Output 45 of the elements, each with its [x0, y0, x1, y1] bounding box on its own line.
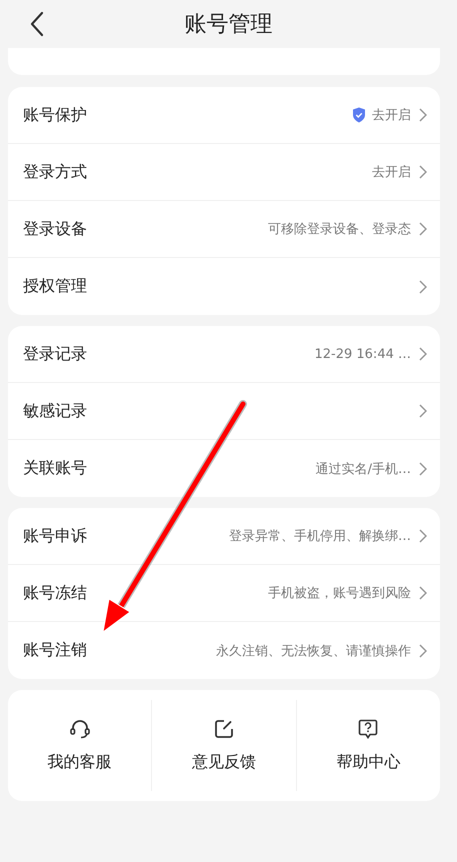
row-label: 关联账号: [23, 458, 87, 479]
help-icon: [357, 718, 380, 740]
shortcut-button[interactable]: 帮助中心: [296, 700, 440, 791]
settings-row[interactable]: 账号注销 永久注销、无法恢复、请谨慎操作: [8, 622, 440, 679]
chevron-icon: [419, 462, 427, 476]
chevron-icon: [419, 404, 427, 418]
page-title: 账号管理: [184, 11, 274, 39]
row-label: 账号注销: [23, 640, 87, 661]
chevron-icon: [419, 347, 427, 361]
settings-row[interactable]: 登录设备 可移除登录设备、登录态: [8, 201, 440, 258]
settings-row[interactable]: 账号申诉 登录异常、手机停用、解换绑…: [8, 508, 440, 565]
row-value: 永久注销、无法恢复、请谨慎操作: [216, 642, 411, 660]
shortcut-button[interactable]: 意见反馈: [151, 700, 296, 791]
back-icon: [30, 11, 44, 37]
settings-row[interactable]: 授权管理: [8, 258, 440, 315]
chevron-icon: [419, 108, 427, 122]
chevron-icon: [419, 529, 427, 543]
row-label: 登录记录: [23, 344, 87, 364]
settings-row[interactable]: 账号保护 去开启: [8, 87, 440, 144]
chevron-icon: [419, 280, 427, 294]
row-label: 登录方式: [23, 162, 87, 182]
settings-row[interactable]: 登录记录 12-29 16:44 …: [8, 326, 440, 383]
row-value: 通过实名/手机…: [316, 460, 411, 478]
chevron-icon: [419, 165, 427, 179]
settings-row[interactable]: 关联账号 通过实名/手机…: [8, 440, 440, 497]
headset-icon: [68, 718, 91, 740]
row-value: 去开启: [372, 164, 411, 181]
row-value: 登录异常、手机停用、解换绑…: [229, 528, 411, 545]
row-value: 12-29 16:44 …: [314, 346, 411, 362]
chevron-icon: [419, 222, 427, 236]
row-label: 账号冻结: [23, 582, 87, 604]
chevron-icon: [419, 644, 427, 658]
edit-icon: [212, 718, 235, 740]
settings-row[interactable]: 敏感记录: [8, 383, 440, 440]
row-label: 授权管理: [23, 276, 87, 297]
row-label: 账号保护: [23, 104, 87, 126]
chevron-icon: [419, 586, 427, 600]
settings-row[interactable]: 登录方式 去开启: [8, 144, 440, 201]
row-value: 去开启: [372, 107, 411, 124]
row-value: 可移除登录设备、登录态: [268, 221, 411, 238]
row-label: 账号申诉: [23, 526, 87, 546]
row-value: 手机被盗，账号遇到风险: [268, 585, 411, 602]
row-label: 登录设备: [23, 218, 87, 240]
shortcut-button[interactable]: 我的客服: [8, 700, 152, 791]
row-label: 敏感记录: [23, 400, 87, 422]
